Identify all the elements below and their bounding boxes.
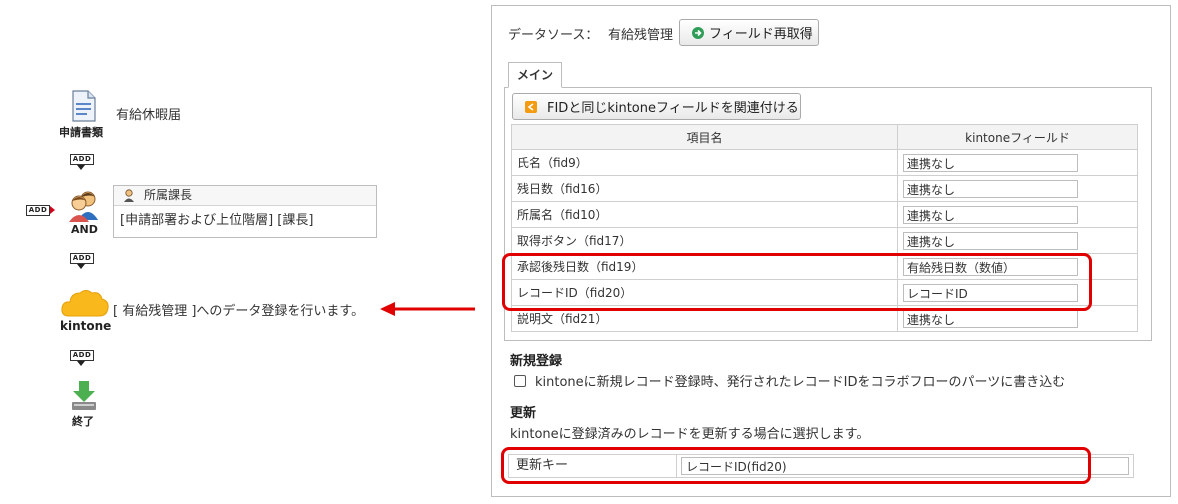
link-fields-button[interactable]: FIDと同じkintoneフィールドを関連付ける xyxy=(512,93,801,120)
red-arrow-icon xyxy=(380,301,475,316)
kintone-field-select[interactable]: 連携なし xyxy=(903,231,1078,250)
item-name: 氏名（fid9） xyxy=(511,149,898,176)
approver-box[interactable]: 所属課長 [申請部署および上位階層] [課長] xyxy=(113,185,377,238)
writeback-checkbox-label: kintoneに新規レコード登録時、発行されたレコードIDをコラボフローのパーツ… xyxy=(535,375,1066,390)
datasource-name: 有給残管理 xyxy=(608,28,674,43)
table-row: 残日数（fid16） 連携なし xyxy=(511,175,1138,202)
column-header-item: 項目名 xyxy=(511,124,898,150)
document-type-label: 申請書類 xyxy=(59,126,103,139)
kintone-label: kintone xyxy=(60,319,112,333)
and-label: AND xyxy=(71,223,98,236)
end-icon[interactable] xyxy=(70,381,98,411)
kintone-field-select[interactable]: 連携なし xyxy=(903,309,1078,328)
new-registration-option[interactable]: kintoneに新規レコード登録時、発行されたレコードIDをコラボフローのパーツ… xyxy=(514,371,1065,390)
kintone-description: [ 有給残管理 ]へのデータ登録を行います。 xyxy=(113,304,365,319)
refresh-fields-button[interactable]: フィールド再取得 xyxy=(679,19,819,46)
add-side-button[interactable]: ADD xyxy=(26,205,50,216)
kintone-field-cell: 連携なし xyxy=(897,149,1138,176)
add-button[interactable]: ADD xyxy=(70,253,94,264)
arrow-down-icon xyxy=(77,264,85,269)
update-title: 更新 xyxy=(510,406,537,421)
writeback-checkbox[interactable] xyxy=(514,374,526,387)
document-name: 有給休暇届 xyxy=(116,108,182,123)
kintone-field-cell: 連携なし xyxy=(897,201,1138,228)
table-row: 氏名（fid9） 連携なし xyxy=(511,149,1138,176)
kintone-field-select[interactable]: 連携なし xyxy=(903,205,1078,224)
approver-role: 所属課長 xyxy=(144,188,193,202)
highlight-frame-update-key xyxy=(501,447,1091,484)
update-description: kintoneに登録済みのレコードを更新する場合に選択します。 xyxy=(510,427,870,442)
highlight-frame-mapping xyxy=(502,253,1092,311)
column-header-kintone-field: kintoneフィールド xyxy=(897,124,1138,150)
item-name: 所属名（fid10） xyxy=(511,201,898,228)
link-icon xyxy=(525,100,537,113)
tab-main[interactable]: メイン xyxy=(508,62,562,88)
end-label: 終了 xyxy=(72,415,94,428)
item-name: 取得ボタン（fid17） xyxy=(511,227,898,254)
add-button[interactable]: ADD xyxy=(70,350,94,361)
document-icon[interactable] xyxy=(71,90,97,122)
new-registration-title: 新規登録 xyxy=(510,354,563,369)
item-name: 残日数（fid16） xyxy=(511,175,898,202)
kintone-field-cell: 連携なし xyxy=(897,227,1138,254)
arrow-down-icon xyxy=(77,165,85,170)
users-icon[interactable] xyxy=(67,190,101,222)
refresh-icon xyxy=(692,26,704,39)
table-header-row: 項目名 kintoneフィールド xyxy=(511,124,1138,150)
arrow-down-icon xyxy=(77,361,85,366)
kintone-cloud-icon[interactable] xyxy=(61,288,109,318)
refresh-fields-label: フィールド再取得 xyxy=(709,27,813,42)
table-row: 所属名（fid10） 連携なし xyxy=(511,201,1138,228)
arrow-right-icon xyxy=(50,206,55,214)
approver-header: 所属課長 xyxy=(114,186,376,206)
datasource-label: データソース： xyxy=(508,28,599,43)
table-row: 取得ボタン（fid17） 連携なし xyxy=(511,227,1138,254)
link-fields-label: FIDと同じkintoneフィールドを関連付ける xyxy=(547,101,799,116)
kintone-field-select[interactable]: 連携なし xyxy=(903,153,1078,172)
kintone-field-select[interactable]: 連携なし xyxy=(903,179,1078,198)
add-button[interactable]: ADD xyxy=(70,154,94,165)
approver-condition: [申請部署および上位階層] [課長] xyxy=(120,213,314,228)
person-icon xyxy=(123,189,135,208)
kintone-field-cell: 連携なし xyxy=(897,175,1138,202)
